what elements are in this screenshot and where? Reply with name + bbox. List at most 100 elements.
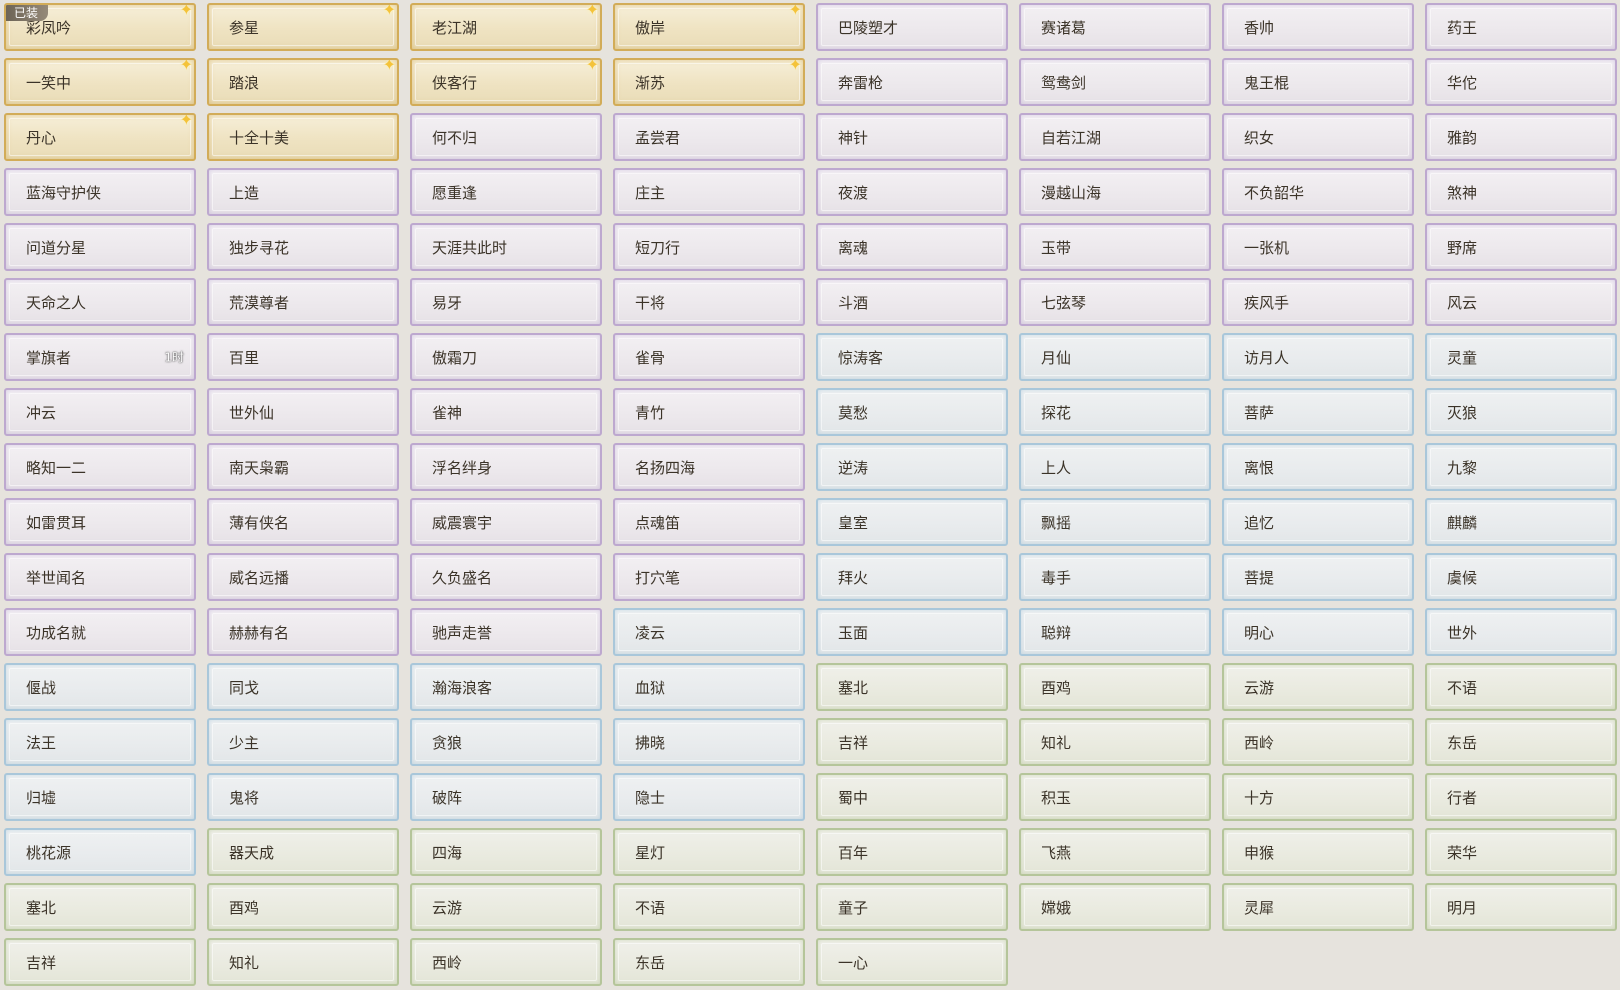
- title-card[interactable]: 侠客行 ✦: [410, 58, 602, 106]
- title-card[interactable]: 易牙: [410, 278, 602, 326]
- title-card[interactable]: 丹心 ✦: [4, 113, 196, 161]
- title-card[interactable]: 不负韶华: [1222, 168, 1414, 216]
- title-card[interactable]: 明心: [1222, 608, 1414, 656]
- title-card[interactable]: 灭狼: [1425, 388, 1617, 436]
- title-card[interactable]: 神针: [816, 113, 1008, 161]
- title-card[interactable]: 玉面: [816, 608, 1008, 656]
- title-card[interactable]: 荣华: [1425, 828, 1617, 876]
- title-card[interactable]: 天涯共此时: [410, 223, 602, 271]
- title-card[interactable]: 掌旗者 1时: [4, 333, 196, 381]
- title-card[interactable]: 星灯: [613, 828, 805, 876]
- title-card[interactable]: 逆涛: [816, 443, 1008, 491]
- title-card[interactable]: 雅韵: [1425, 113, 1617, 161]
- title-card[interactable]: 菩萨: [1222, 388, 1414, 436]
- title-card[interactable]: 童子: [816, 883, 1008, 931]
- title-card[interactable]: 追忆: [1222, 498, 1414, 546]
- title-card[interactable]: 行者: [1425, 773, 1617, 821]
- title-card[interactable]: 玉带: [1019, 223, 1211, 271]
- title-card[interactable]: 酉鸡: [207, 883, 399, 931]
- title-card[interactable]: 疾风手: [1222, 278, 1414, 326]
- title-card[interactable]: 吉祥: [816, 718, 1008, 766]
- title-card[interactable]: 飞燕: [1019, 828, 1211, 876]
- title-card[interactable]: 隐士: [613, 773, 805, 821]
- title-card[interactable]: 南天枭霸: [207, 443, 399, 491]
- title-card[interactable]: 百年: [816, 828, 1008, 876]
- title-card[interactable]: 彩凤吟 ✦ 已装: [4, 3, 196, 51]
- title-card[interactable]: 塞北: [4, 883, 196, 931]
- title-card[interactable]: 功成名就: [4, 608, 196, 656]
- title-card[interactable]: 愿重逢: [410, 168, 602, 216]
- title-card[interactable]: 惊涛客: [816, 333, 1008, 381]
- title-card[interactable]: 庄主: [613, 168, 805, 216]
- title-card[interactable]: 傲霜刀: [410, 333, 602, 381]
- title-card[interactable]: 西岭: [1222, 718, 1414, 766]
- title-card[interactable]: 如雷贯耳: [4, 498, 196, 546]
- title-card[interactable]: 百里: [207, 333, 399, 381]
- title-card[interactable]: 知礼: [1019, 718, 1211, 766]
- title-card[interactable]: 少主: [207, 718, 399, 766]
- title-card[interactable]: 举世闻名: [4, 553, 196, 601]
- title-card[interactable]: 奔雷枪: [816, 58, 1008, 106]
- title-card[interactable]: 上人: [1019, 443, 1211, 491]
- title-card[interactable]: 西岭: [410, 938, 602, 986]
- title-card[interactable]: 四海: [410, 828, 602, 876]
- title-card[interactable]: 煞神: [1425, 168, 1617, 216]
- title-card[interactable]: 蓝海守护侠: [4, 168, 196, 216]
- title-card[interactable]: 塞北: [816, 663, 1008, 711]
- title-card[interactable]: 略知一二: [4, 443, 196, 491]
- title-card[interactable]: 短刀行: [613, 223, 805, 271]
- title-card[interactable]: 归墟: [4, 773, 196, 821]
- title-card[interactable]: 访月人: [1222, 333, 1414, 381]
- title-card[interactable]: 月仙: [1019, 333, 1211, 381]
- title-card[interactable]: 青竹: [613, 388, 805, 436]
- title-card[interactable]: 十方: [1222, 773, 1414, 821]
- title-card[interactable]: 飘摇: [1019, 498, 1211, 546]
- title-card[interactable]: 东岳: [613, 938, 805, 986]
- title-card[interactable]: 知礼: [207, 938, 399, 986]
- title-card[interactable]: 鬼王棍: [1222, 58, 1414, 106]
- title-card[interactable]: 菩提: [1222, 553, 1414, 601]
- title-card[interactable]: 一张机: [1222, 223, 1414, 271]
- title-card[interactable]: 七弦琴: [1019, 278, 1211, 326]
- title-card[interactable]: 一心: [816, 938, 1008, 986]
- title-card[interactable]: 鬼将: [207, 773, 399, 821]
- title-card[interactable]: 器天成: [207, 828, 399, 876]
- title-card[interactable]: 十全十美: [207, 113, 399, 161]
- title-card[interactable]: 聪辩: [1019, 608, 1211, 656]
- title-card[interactable]: 点魂笛: [613, 498, 805, 546]
- title-card[interactable]: 探花: [1019, 388, 1211, 436]
- title-card[interactable]: 薄有侠名: [207, 498, 399, 546]
- title-card[interactable]: 斗酒: [816, 278, 1008, 326]
- title-card[interactable]: 打穴笔: [613, 553, 805, 601]
- title-card[interactable]: 瀚海浪客: [410, 663, 602, 711]
- title-card[interactable]: 同戈: [207, 663, 399, 711]
- title-card[interactable]: 蜀中: [816, 773, 1008, 821]
- title-card[interactable]: 桃花源: [4, 828, 196, 876]
- title-card[interactable]: 问道分星: [4, 223, 196, 271]
- title-card[interactable]: 傲岸 ✦: [613, 3, 805, 51]
- title-card[interactable]: 驰声走誉: [410, 608, 602, 656]
- title-card[interactable]: 老江湖 ✦: [410, 3, 602, 51]
- title-card[interactable]: 虞候: [1425, 553, 1617, 601]
- title-card[interactable]: 法王: [4, 718, 196, 766]
- title-card[interactable]: 孟尝君: [613, 113, 805, 161]
- title-card[interactable]: 参星 ✦: [207, 3, 399, 51]
- title-card[interactable]: 拜火: [816, 553, 1008, 601]
- title-card[interactable]: 一笑中 ✦: [4, 58, 196, 106]
- title-card[interactable]: 雀神: [410, 388, 602, 436]
- title-card[interactable]: 自若江湖: [1019, 113, 1211, 161]
- title-card[interactable]: 破阵: [410, 773, 602, 821]
- title-card[interactable]: 莫愁: [816, 388, 1008, 436]
- title-card[interactable]: 灵犀: [1222, 883, 1414, 931]
- title-card[interactable]: 明月: [1425, 883, 1617, 931]
- title-card[interactable]: 鸳鸯剑: [1019, 58, 1211, 106]
- title-card[interactable]: 贪狼: [410, 718, 602, 766]
- title-card[interactable]: 麒麟: [1425, 498, 1617, 546]
- title-card[interactable]: 积玉: [1019, 773, 1211, 821]
- title-card[interactable]: 凌云: [613, 608, 805, 656]
- title-card[interactable]: 嫦娥: [1019, 883, 1211, 931]
- title-card[interactable]: 冲云: [4, 388, 196, 436]
- title-card[interactable]: 荒漠尊者: [207, 278, 399, 326]
- title-card[interactable]: 威震寰宇: [410, 498, 602, 546]
- title-card[interactable]: 九黎: [1425, 443, 1617, 491]
